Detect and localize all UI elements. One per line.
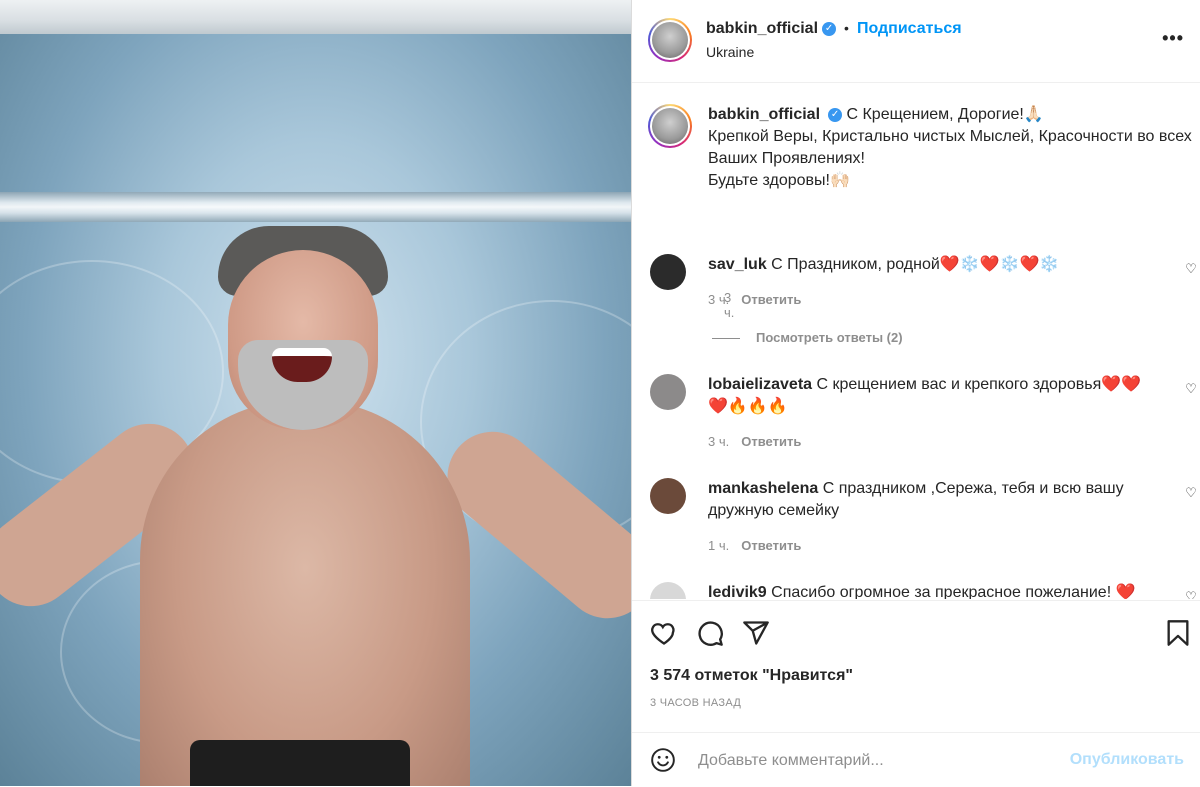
add-comment-bar: Опубликовать	[632, 732, 1200, 787]
comment-time: 1 ч.	[708, 538, 730, 553]
view-replies-label: Посмотреть ответы (2)	[756, 330, 903, 345]
share-icon[interactable]	[742, 619, 770, 647]
post-details-panel: babkin_official ✓ • Подписаться Ukraine •••…	[631, 0, 1200, 786]
replies-line	[712, 338, 740, 340]
comment-avatar[interactable]	[650, 374, 686, 410]
comment-avatar[interactable]	[650, 254, 686, 290]
emoji-icon[interactable]	[650, 747, 676, 773]
comment-username[interactable]: lobaielizaveta	[708, 376, 812, 393]
caption-avatar-ring[interactable]	[648, 104, 692, 148]
caption-username[interactable]: babkin_official	[708, 106, 820, 123]
like-comment-icon[interactable]: ♡	[1184, 262, 1198, 276]
comment-time: 3 ч.	[708, 434, 730, 449]
comment-body: sav_luk С Праздником, родной❤️❄️❤️❄️❤️❄️	[708, 254, 1148, 276]
like-comment-icon[interactable]: ♡	[1184, 486, 1198, 500]
verified-badge-icon: ✓	[828, 107, 843, 122]
heart-icon[interactable]	[650, 619, 678, 647]
comment-avatar[interactable]	[650, 582, 686, 599]
comments-list[interactable]: babkin_official ✓ С Крещением, Дорогие!🙏🏻…	[632, 82, 1200, 599]
comment-meta: 1 ч. Ответить	[708, 538, 801, 553]
publish-button[interactable]: Опубликовать	[1070, 751, 1184, 769]
reply-button[interactable]: Ответить	[741, 434, 801, 449]
follow-button[interactable]: Подписаться	[857, 20, 962, 37]
caption-line: С Крещением, Дорогие!🙏🏻	[846, 106, 1044, 123]
separator-dot: •	[844, 20, 849, 36]
comment-meta: 3 ч. Ответить	[708, 292, 801, 307]
reply-button[interactable]: Ответить	[741, 538, 801, 553]
comment-body: mankashelena С праздником ,Сережа, тебя …	[708, 478, 1148, 522]
caption-line: Крепкой Веры, Кристально чистых Мыслей, …	[708, 128, 1192, 167]
comment-text: Спасибо огромное за прекрасное пожелание…	[771, 584, 1136, 599]
author-avatar[interactable]	[652, 22, 688, 58]
comment-username[interactable]: mankashelena	[708, 480, 818, 497]
ice-edge	[0, 0, 631, 34]
pool-bar	[0, 192, 631, 222]
caption-avatar[interactable]	[652, 108, 688, 144]
like-comment-icon[interactable]: ♡	[1184, 590, 1198, 600]
comment-username[interactable]: sav_luk	[708, 256, 767, 273]
comment-body: lobaielizaveta С крещением вас и крепког…	[708, 374, 1148, 418]
person-torso	[140, 400, 470, 786]
comment-input[interactable]	[696, 748, 1060, 774]
author-username[interactable]: babkin_official	[706, 20, 818, 37]
more-options-icon[interactable]: •••	[1162, 28, 1184, 49]
caption-line: Будьте здоровы!🙌🏻	[708, 172, 850, 189]
comment-meta: 3 ч. Ответить	[708, 434, 801, 449]
like-comment-icon[interactable]: ♡	[1184, 382, 1198, 396]
comment-icon[interactable]	[696, 619, 724, 647]
post-time-ago: 3 часов назад	[650, 697, 742, 709]
bookmark-icon[interactable]	[1164, 619, 1192, 647]
reply-button[interactable]: Ответить	[741, 292, 801, 307]
post-photo[interactable]	[0, 0, 631, 786]
comment-time: 3 ч.	[708, 292, 730, 307]
author-avatar-ring[interactable]	[648, 18, 692, 62]
comment-username[interactable]: ledivik9	[708, 584, 767, 599]
post-location[interactable]: Ukraine	[706, 44, 754, 60]
person-shorts	[190, 740, 410, 786]
likes-count[interactable]: 3 574 отметок "Нравится"	[650, 667, 853, 685]
author-row: babkin_official ✓ • Подписаться	[706, 20, 962, 38]
verified-badge-icon: ✓	[822, 21, 837, 36]
comment-body: ledivik9 Спасибо огромное за прекрасное …	[708, 582, 1148, 599]
comment-avatar[interactable]	[650, 478, 686, 514]
caption-text: babkin_official ✓ С Крещением, Дорогие!🙏🏻…	[708, 104, 1198, 192]
post-header: babkin_official ✓ • Подписаться Ukraine •••	[632, 0, 1200, 83]
comment-text: С Праздником, родной❤️❄️❤️❄️❤️❄️	[771, 256, 1060, 273]
view-replies-button[interactable]: Посмотреть ответы (2)	[712, 330, 903, 345]
